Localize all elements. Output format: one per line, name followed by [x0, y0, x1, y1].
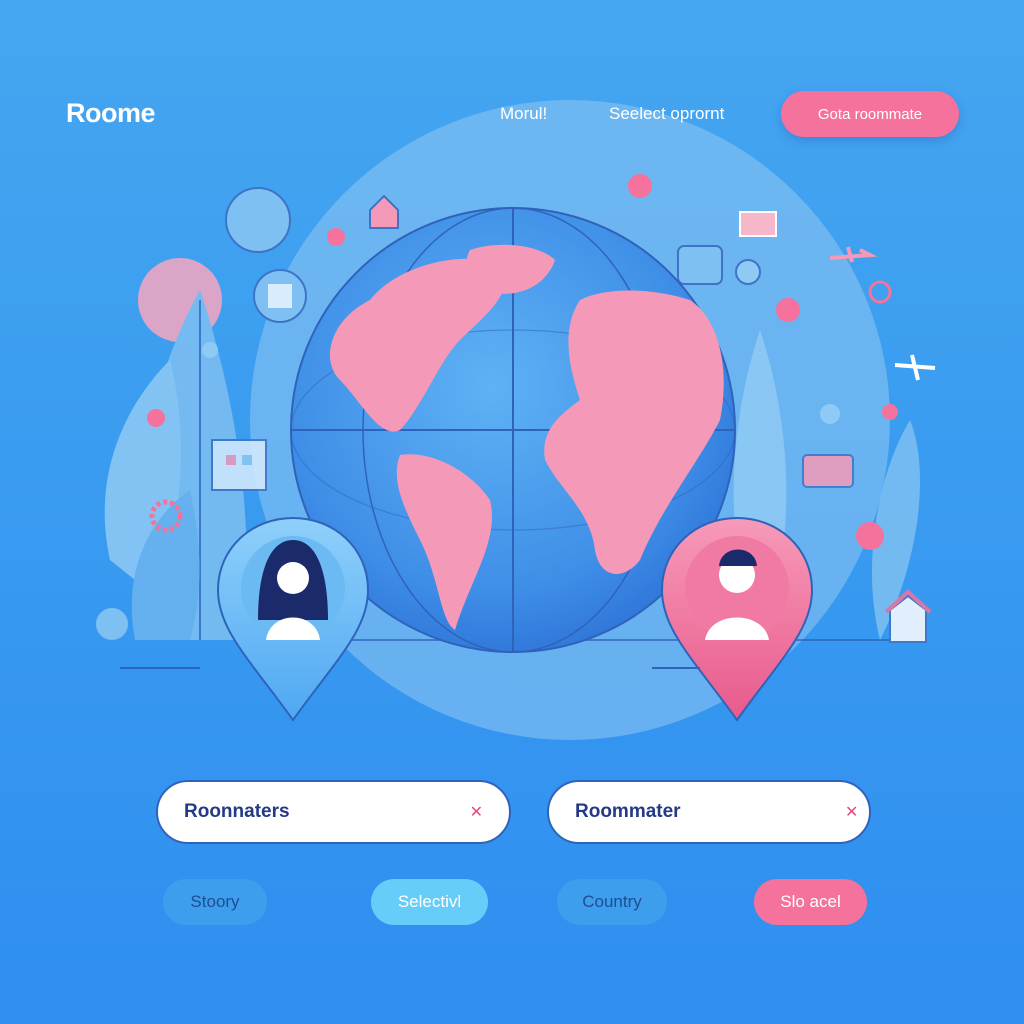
roommates-search-field[interactable]: ✕ — [156, 780, 511, 844]
select-button[interactable]: Selectivl — [371, 879, 488, 925]
roommate-search-input[interactable] — [575, 801, 837, 823]
clear-icon[interactable]: ✕ — [845, 802, 858, 822]
clear-icon[interactable]: ✕ — [470, 802, 483, 822]
roommate-search-field[interactable]: ✕ — [547, 780, 871, 844]
nav-link-2[interactable]: Seelect oprornt — [609, 104, 724, 124]
nav-link-1[interactable]: Morul! — [500, 104, 547, 124]
story-button[interactable]: Stoory — [163, 879, 267, 925]
roommates-search-input[interactable] — [184, 801, 462, 823]
page: Roome Morul! Seelect oprornt Gota roomma… — [0, 0, 1024, 1024]
app-logo[interactable]: Roome — [66, 98, 156, 129]
find-roommate-button[interactable]: Gota roommate — [781, 91, 959, 137]
country-button[interactable]: Country — [557, 879, 667, 925]
cancel-button[interactable]: Slo acel — [754, 879, 867, 925]
female-avatar-pin — [216, 516, 370, 722]
